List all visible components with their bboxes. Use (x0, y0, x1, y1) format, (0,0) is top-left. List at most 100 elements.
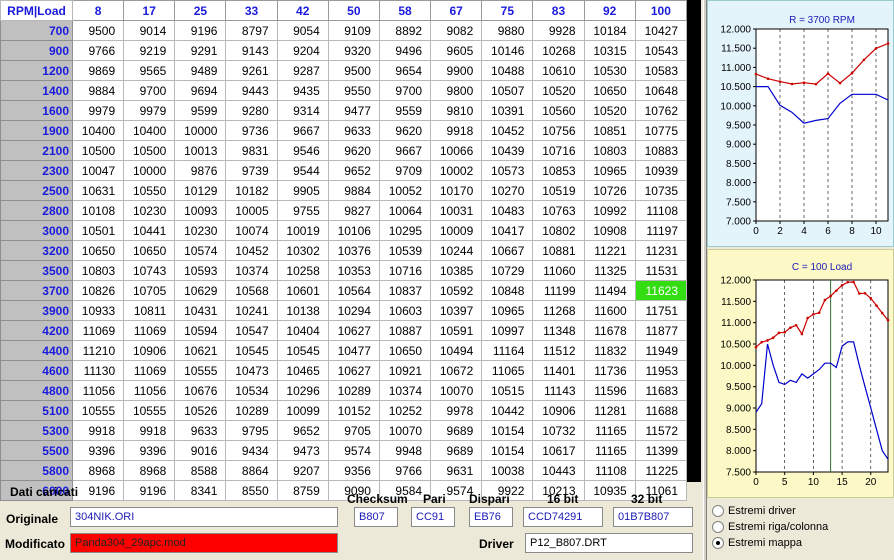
map-cell[interactable]: 10591 (430, 320, 483, 341)
modified-file-field[interactable]: Panda304_29apc.mod (70, 533, 338, 553)
map-cell[interactable]: 10547 (225, 320, 278, 341)
map-cell[interactable]: 10106 (327, 220, 380, 241)
map-cell[interactable]: 9884 (71, 80, 125, 101)
map-cell[interactable]: 10603 (378, 300, 432, 321)
map-cell[interactable]: 8968 (123, 460, 176, 481)
map-cell[interactable]: 9443 (225, 80, 278, 101)
map-cell[interactable]: 10726 (583, 180, 636, 201)
map-cell[interactable]: 10667 (481, 240, 534, 261)
map-cell[interactable]: 10501 (71, 220, 125, 241)
load-header-100[interactable]: 100 (634, 0, 688, 21)
original-file-field[interactable]: 304NIK.ORI (70, 507, 338, 527)
map-cell[interactable]: 8588 (174, 460, 227, 481)
map-cell[interactable]: 9559 (378, 100, 432, 121)
map-cell[interactable]: 9196 (71, 480, 125, 501)
map-cell[interactable]: 10138 (276, 300, 329, 321)
map-cell[interactable]: 10935 (583, 480, 636, 501)
map-cell[interactable]: 9755 (276, 200, 329, 221)
map-cell[interactable]: 10154 (481, 420, 534, 441)
map-cell[interactable]: 10555 (71, 400, 125, 421)
map-cell[interactable]: 10376 (327, 240, 380, 261)
map-cell[interactable]: 11683 (634, 380, 688, 401)
map-cell[interactable]: 9314 (276, 100, 329, 121)
map-cell[interactable]: 10230 (123, 200, 176, 221)
map-cell[interactable]: 9880 (481, 20, 534, 41)
map-cell[interactable]: 10000 (174, 120, 227, 141)
map-cell[interactable]: 11600 (583, 300, 636, 321)
map-cell[interactable]: 11572 (634, 420, 688, 441)
map-cell[interactable]: 10252 (378, 400, 432, 421)
map-cell[interactable]: 10315 (583, 40, 636, 61)
map-cell[interactable]: 9739 (225, 160, 278, 181)
map-cell[interactable]: 9633 (327, 120, 380, 141)
map-cell[interactable]: 10933 (71, 300, 125, 321)
map-cell[interactable]: 9978 (430, 400, 483, 421)
map-cell[interactable]: 10465 (276, 360, 329, 381)
map-cell[interactable]: 8968 (71, 460, 125, 481)
rpm-header-3700[interactable]: 3700 (0, 280, 73, 301)
map-cell[interactable]: 11688 (634, 400, 688, 421)
map-cell[interactable]: 10851 (583, 120, 636, 141)
map-cell[interactable]: 10593 (174, 260, 227, 281)
map-cell[interactable]: 10803 (583, 140, 636, 161)
map-cell[interactable]: 9709 (378, 160, 432, 181)
map-cell[interactable]: 10258 (276, 260, 329, 281)
map-cell[interactable]: 9869 (71, 60, 125, 81)
map-cell[interactable]: 9918 (430, 120, 483, 141)
map-cell[interactable]: 10564 (327, 280, 380, 301)
map-cell[interactable]: 10574 (174, 240, 227, 261)
map-cell[interactable]: 10515 (481, 380, 534, 401)
map-cell[interactable]: 10108 (71, 200, 125, 221)
map-cell[interactable]: 9280 (225, 100, 278, 121)
map-cell[interactable]: 9544 (276, 160, 329, 181)
map-cell[interactable]: 10009 (430, 220, 483, 241)
map-cell[interactable]: 10601 (276, 280, 329, 301)
load-header-75[interactable]: 75 (481, 0, 534, 21)
map-cell[interactable]: 11069 (123, 360, 176, 381)
map-cell[interactable]: 11268 (532, 300, 585, 321)
map-cell[interactable]: 10473 (225, 360, 278, 381)
map-cell[interactable]: 11065 (481, 360, 534, 381)
map-cell[interactable]: 9574 (327, 440, 380, 461)
map-cell[interactable]: 11164 (481, 340, 534, 361)
map-cell[interactable]: 10803 (71, 260, 125, 281)
map-cell[interactable]: 11069 (123, 320, 176, 341)
bit32-field[interactable]: 01B7B807 (613, 507, 693, 527)
rpm-header-5100[interactable]: 5100 (0, 400, 73, 421)
map-cell-selected[interactable]: 11623 (634, 280, 688, 301)
map-cell[interactable]: 10906 (123, 340, 176, 361)
map-cell[interactable]: 10534 (225, 380, 278, 401)
map-cell[interactable]: 10000 (123, 160, 176, 181)
map-cell[interactable]: 10374 (225, 260, 278, 281)
map-cell[interactable]: 10066 (430, 140, 483, 161)
map-cell[interactable]: 9766 (71, 40, 125, 61)
load-header-25[interactable]: 25 (174, 0, 227, 21)
map-cell[interactable]: 11130 (71, 360, 125, 381)
rpm-header-4800[interactable]: 4800 (0, 380, 73, 401)
map-cell[interactable]: 11221 (583, 240, 636, 261)
map-cell[interactable]: 10488 (481, 60, 534, 81)
map-cell[interactable]: 9204 (276, 40, 329, 61)
driver-field[interactable]: P12_B807.DRT (525, 533, 693, 553)
map-cell[interactable]: 10074 (225, 220, 278, 241)
rpm-header-1400[interactable]: 1400 (0, 80, 73, 101)
map-cell[interactable]: 10452 (225, 240, 278, 261)
map-cell[interactable]: 8864 (225, 460, 278, 481)
map-cell[interactable]: 10762 (634, 100, 688, 121)
rpm-header-900[interactable]: 900 (0, 40, 73, 61)
map-cell[interactable]: 10374 (378, 380, 432, 401)
map-cell[interactable]: 9016 (174, 440, 227, 461)
dispari-field[interactable]: EB76 (469, 507, 513, 527)
map-cell[interactable]: 9652 (327, 160, 380, 181)
map-cell[interactable]: 8892 (378, 20, 432, 41)
rpm-header-4200[interactable]: 4200 (0, 320, 73, 341)
map-cell[interactable]: 9884 (327, 180, 380, 201)
map-cell[interactable]: 10650 (123, 240, 176, 261)
map-cell[interactable]: 11399 (634, 440, 688, 461)
map-cell[interactable]: 10716 (378, 260, 432, 281)
map-cell[interactable]: 10629 (174, 280, 227, 301)
map-cell[interactable]: 9979 (71, 100, 125, 121)
map-cell[interactable]: 9918 (123, 420, 176, 441)
map-cell[interactable]: 11060 (532, 260, 585, 281)
map-cell[interactable]: 10568 (225, 280, 278, 301)
